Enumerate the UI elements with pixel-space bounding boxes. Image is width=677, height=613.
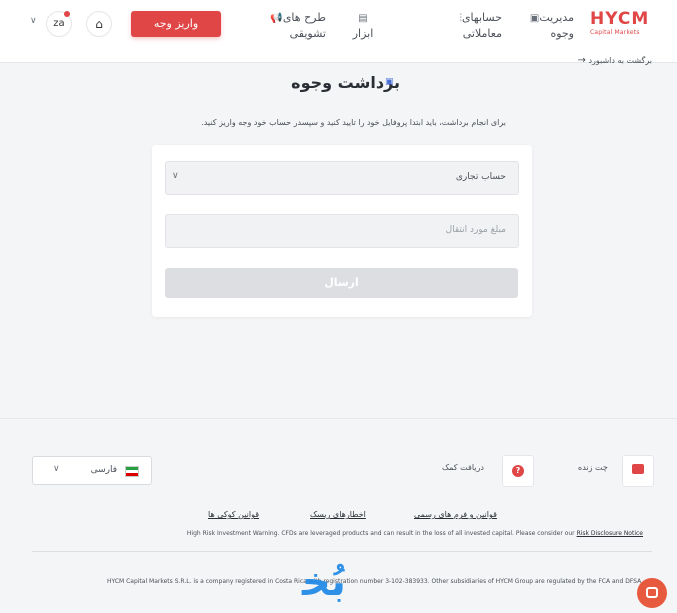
nav-tools[interactable]: ▤ ابزار — [352, 10, 374, 41]
watermark-logo: ﺑُﺨ — [302, 559, 346, 605]
footer-divider — [32, 551, 652, 552]
account-select[interactable]: حساب تجاری ∨ — [165, 161, 519, 195]
submit-button[interactable]: ارسال — [165, 268, 518, 298]
page-title: برداشت وجوه — [291, 73, 400, 92]
table-icon: ▤ — [358, 13, 368, 24]
nav-promotions[interactable]: طرح های📢 تشویقی — [260, 10, 326, 41]
question-icon: ? — [512, 465, 524, 477]
megaphone-icon: 📢 — [270, 13, 283, 24]
risk-warning: High Risk Investment Warning. CFDs are l… — [0, 529, 643, 539]
cookie-policy-link[interactable]: قوانین کوکی ها — [208, 510, 259, 519]
message-icon — [646, 587, 658, 598]
nav-trading-accounts[interactable]: حسابهای⫶ معاملاتی — [436, 10, 502, 41]
withdrawal-instruction: برای انجام برداشت، باید ابتدا پروفایل خو… — [201, 118, 506, 127]
live-chat-button[interactable] — [622, 455, 654, 487]
back-label: برگشت به داشبورد — [588, 56, 652, 65]
chevron-down-icon: ∨ — [53, 464, 60, 474]
nav-accounts-label-2: معاملاتی — [462, 27, 502, 40]
deposit-button[interactable]: واریز وجه — [131, 11, 221, 37]
wallet-icon: ▣ — [529, 13, 540, 24]
nav-funds-management[interactable]: مدیریت▣ وجوه — [514, 10, 574, 41]
home-icon[interactable]: ⌂ — [86, 11, 112, 37]
back-to-dashboard-link[interactable]: برگشت به داشبورد → — [560, 56, 652, 66]
help-label[interactable]: دریافت کمک — [442, 463, 484, 472]
live-chat-label[interactable]: چت زنده — [578, 463, 608, 472]
nav-funds-label-2: وجوه — [550, 27, 574, 40]
help-button[interactable]: ? — [502, 455, 534, 487]
nav-funds-label-1: مدیریت — [539, 11, 574, 24]
iran-flag-icon — [125, 466, 139, 477]
amount-placeholder: مبلغ مورد انتقال — [445, 225, 506, 235]
legal-forms-link[interactable]: قوانین و فرم های رسمی — [414, 510, 497, 519]
wallet-icon: ▣ — [385, 77, 394, 87]
chevron-down-icon[interactable]: ∨ — [30, 16, 37, 26]
nav-accounts-label-1: حسابهای — [461, 11, 502, 24]
arrow-right-icon: → — [577, 55, 586, 66]
risk-warnings-link[interactable]: اخطارهای ریسک — [310, 510, 366, 519]
nav-promotions-label-2: تشویقی — [289, 27, 326, 40]
logo-main-text: HYCM — [590, 9, 650, 29]
top-header: HYCM Capital Markets مدیریت▣ وجوه حسابها… — [0, 0, 677, 63]
hycm-logo[interactable]: HYCM Capital Markets — [590, 11, 656, 37]
chat-fab-button[interactable] — [637, 578, 667, 608]
account-select-value: حساب تجاری — [455, 172, 506, 182]
risk-warning-text: High Risk Investment Warning. CFDs are l… — [186, 530, 575, 537]
chat-icon — [632, 464, 644, 474]
nav-promotions-label-1: طرح های — [282, 11, 326, 24]
logo-sub-text: Capital Markets — [590, 29, 640, 36]
notification-dot — [64, 11, 70, 17]
language-select[interactable]: فارسی ∨ — [32, 456, 152, 485]
nav-tools-label: ابزار — [352, 27, 374, 40]
risk-disclosure-link[interactable]: Risk Disclosure Notice — [577, 530, 643, 537]
chevron-down-icon: ∨ — [172, 171, 179, 181]
language-label: فارسی — [90, 465, 117, 475]
amount-input[interactable]: مبلغ مورد انتقال — [165, 214, 519, 248]
